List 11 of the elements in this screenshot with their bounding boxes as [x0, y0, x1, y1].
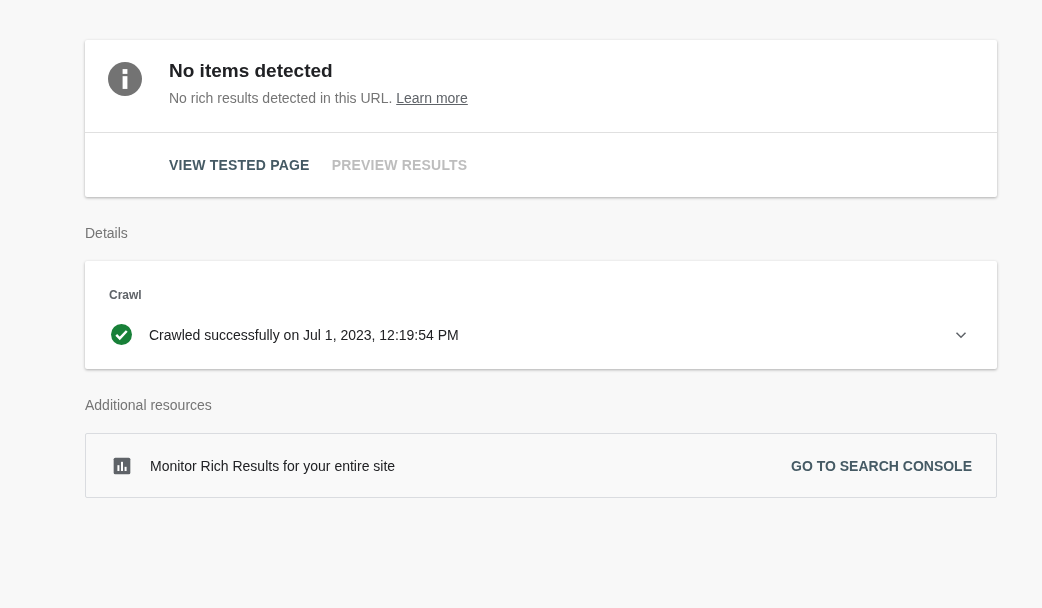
learn-more-link[interactable]: Learn more	[396, 90, 468, 106]
section-heading: Additional resources	[85, 396, 213, 415]
result-message: No rich results detected in this URL. Learn more	[169, 90, 468, 106]
action-button[interactable]: VIEW TESTED PAGE	[161, 151, 318, 179]
result-title: No items detected	[169, 60, 334, 82]
search-console-button[interactable]: GO TO SEARCH CONSOLE	[783, 451, 980, 480]
resource-text: Monitor Rich Results for your entire site	[150, 457, 397, 474]
crawl-status-text: Crawled successfully on Jul 1, 2023, 12:19:54 PM	[149, 326, 460, 343]
section-heading: Details	[85, 224, 129, 243]
crawl-label: Crawl	[109, 287, 143, 302]
bar-chart-icon	[112, 455, 132, 476]
